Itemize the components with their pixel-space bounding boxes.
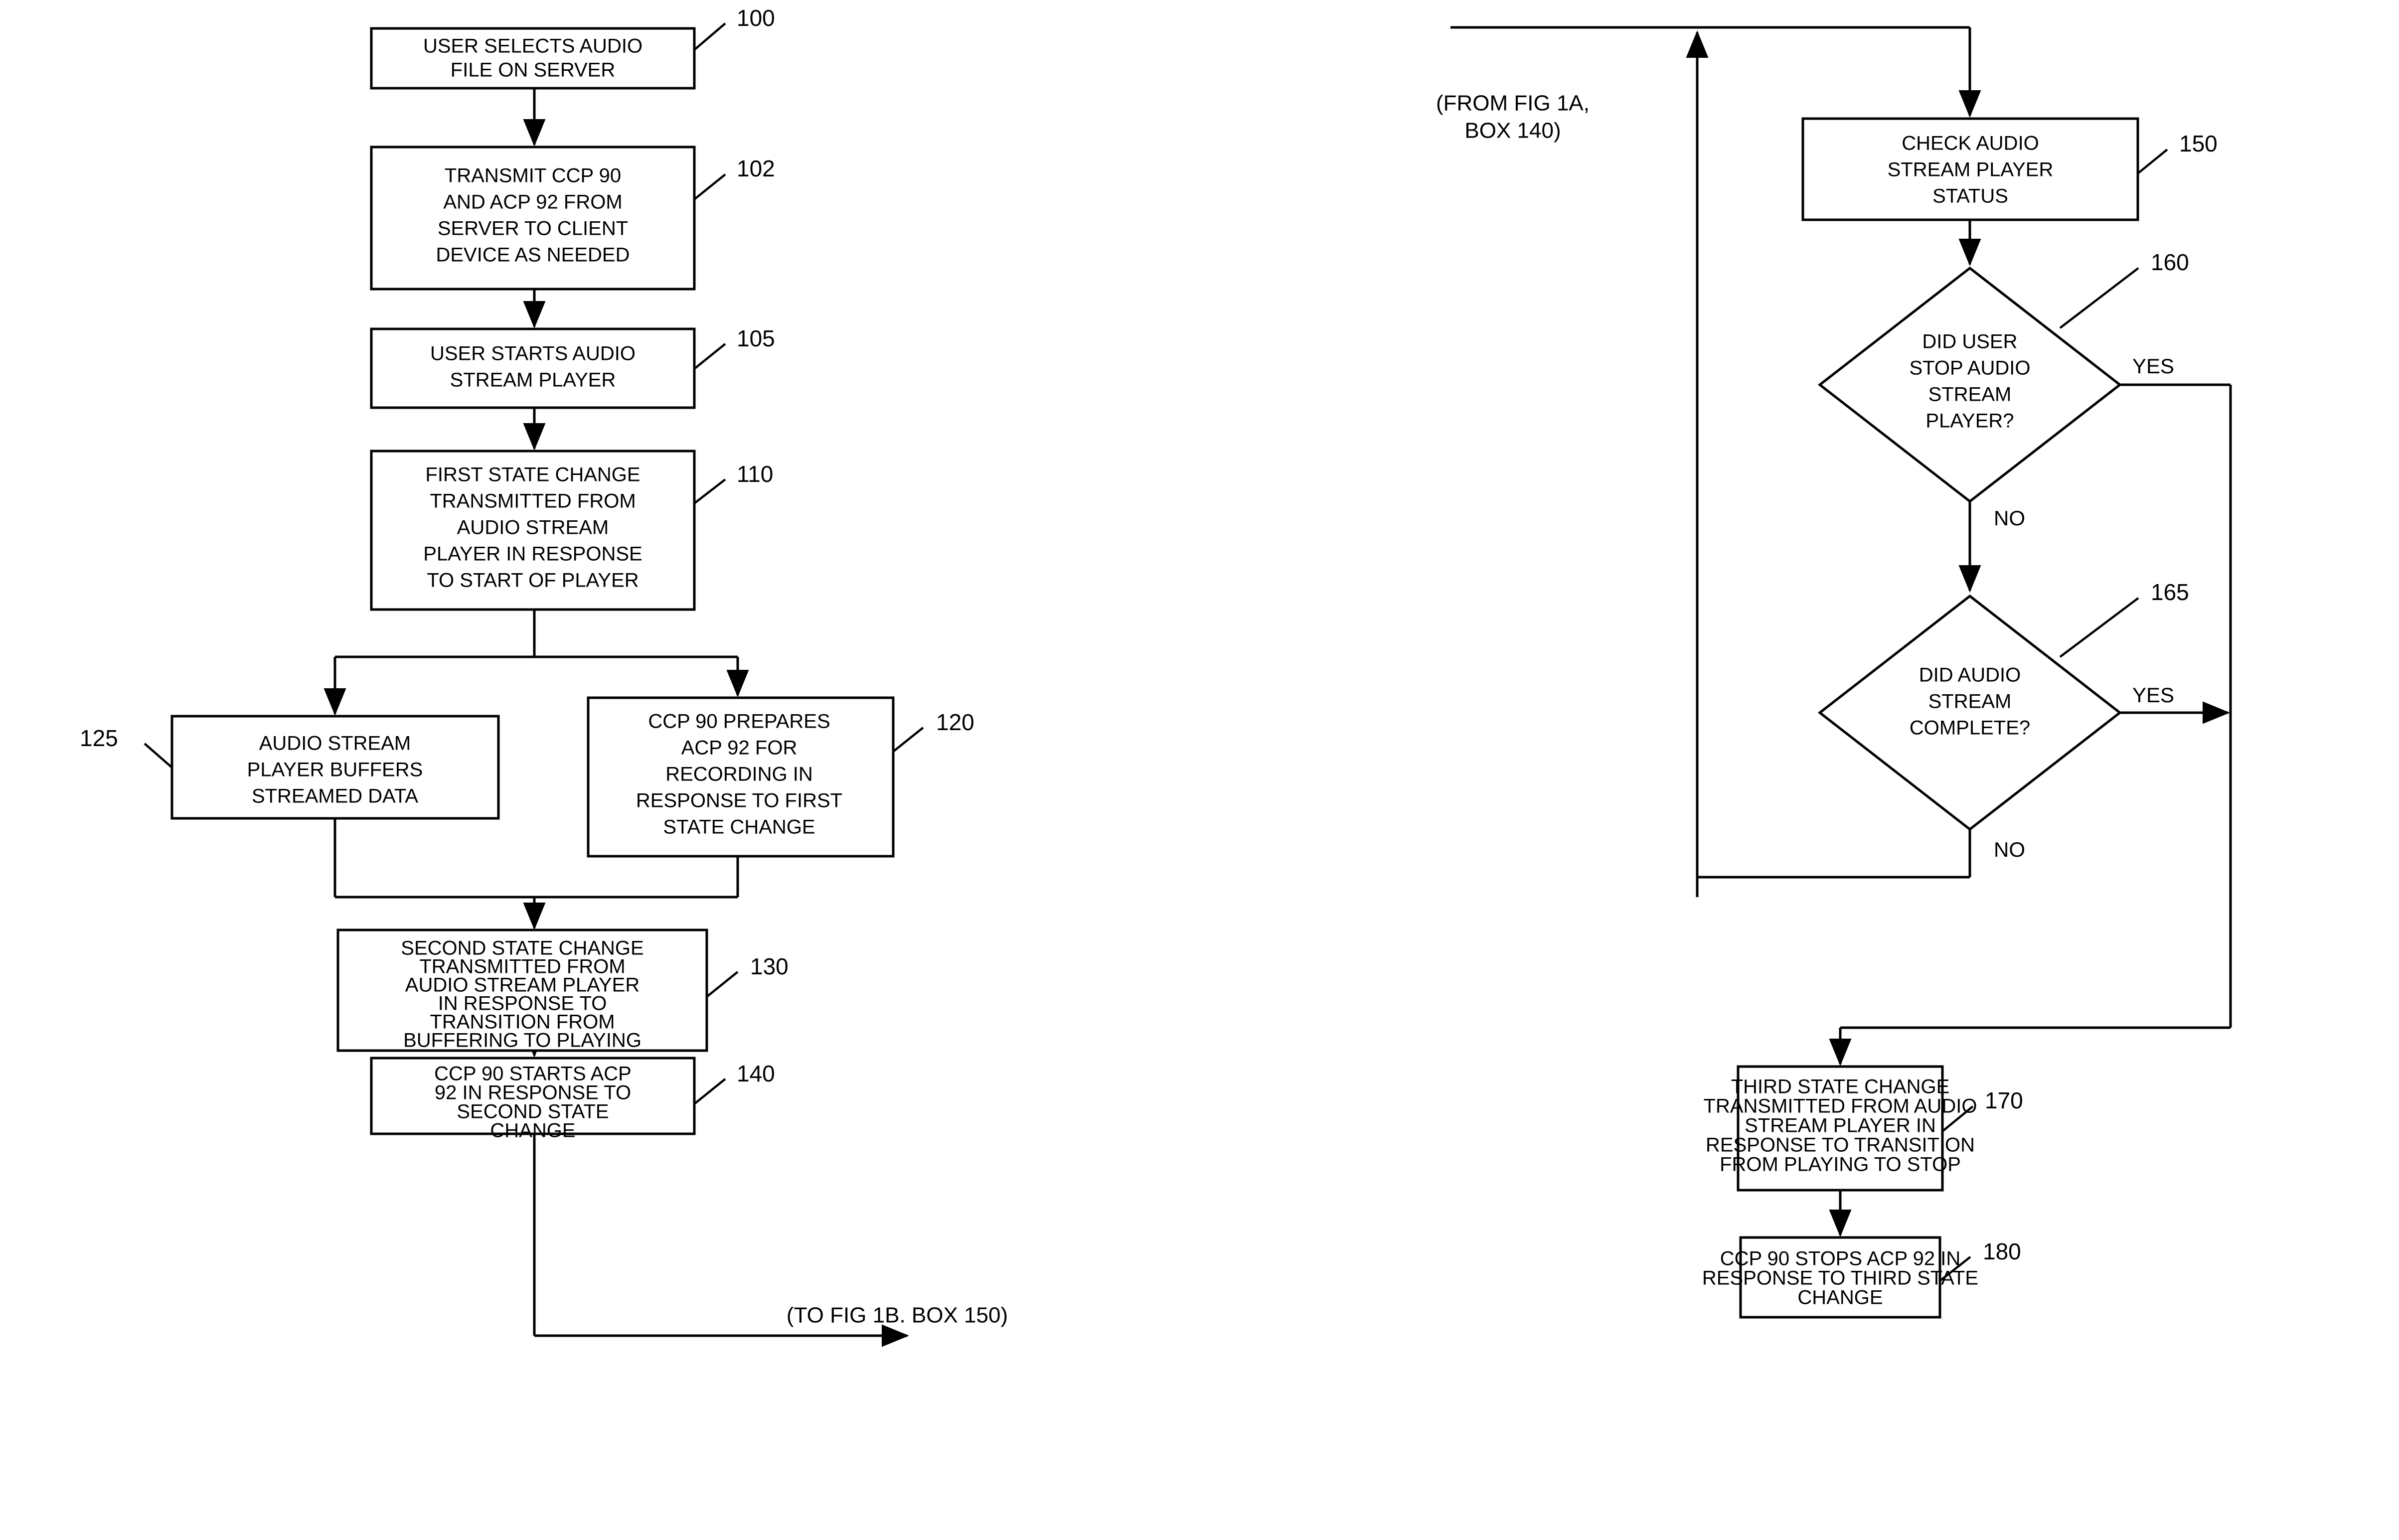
node-110-line-2: AUDIO STREAM: [457, 517, 609, 539]
node-120-ref: 120: [936, 709, 974, 735]
node-125-line-0: AUDIO STREAM: [259, 733, 411, 755]
node-120-line-3: RESPONSE TO FIRST: [636, 790, 842, 812]
node-150-line-2: STATUS: [1932, 185, 2008, 207]
node-160-no-label: NO: [1994, 506, 2025, 530]
node-102-line-0: TRANSMIT CCP 90: [445, 165, 621, 187]
node-180-line-1: RESPONSE TO THIRD STATE: [1702, 1267, 1978, 1289]
flowchart-canvas: USER SELECTS AUDIO FILE ON SERVER 100 TR…: [0, 0, 2399, 1540]
node-105-ref: 105: [737, 325, 775, 351]
node-130-line-5: BUFFERING TO PLAYING: [403, 1030, 641, 1052]
node-165-line-0: DID AUDIO: [1919, 664, 2021, 686]
node-165-yes-label: YES: [2132, 683, 2174, 707]
fig1b-entry-label-line-0: (FROM FIG 1A,: [1436, 91, 1590, 116]
node-165-line-1: STREAM: [1928, 691, 2012, 713]
node-102-line-3: DEVICE AS NEEDED: [436, 244, 630, 266]
node-160-line-1: STOP AUDIO: [1909, 357, 2030, 379]
node-165-no-label: NO: [1994, 838, 2025, 861]
node-105-line-0: USER STARTS AUDIO: [430, 343, 636, 365]
node-160-line-0: DID USER: [1922, 331, 2017, 353]
node-180-ref: 180: [1983, 1238, 2021, 1264]
node-140-line-3: CHANGE: [490, 1120, 575, 1142]
node-110-line-4: TO START OF PLAYER: [427, 570, 639, 592]
node-125-line-2: STREAMED DATA: [252, 785, 418, 807]
node-102-line-2: SERVER TO CLIENT: [438, 218, 628, 240]
node-105-line-1: STREAM PLAYER: [450, 369, 616, 391]
node-170-line-2: STREAM PLAYER IN: [1745, 1115, 1936, 1137]
node-180-line-2: CHANGE: [1797, 1287, 1883, 1309]
node-150-ref: 150: [2179, 131, 2218, 156]
node-160-ref: 160: [2151, 249, 2189, 275]
node-160-yes-label: YES: [2132, 354, 2174, 378]
node-100-line-1: FILE ON SERVER: [451, 59, 615, 81]
node-140-ref: 140: [737, 1061, 775, 1086]
node-165-ref: 165: [2151, 579, 2189, 605]
patent-figure-root: USER SELECTS AUDIO FILE ON SERVER 100 TR…: [0, 0, 2399, 1540]
node-102-ref: 102: [737, 155, 775, 181]
node-150-line-0: CHECK AUDIO: [1902, 133, 2039, 154]
node-102-line-1: AND ACP 92 FROM: [443, 191, 622, 213]
node-100-ref: 100: [737, 5, 775, 31]
node-110-line-3: PLAYER IN RESPONSE: [423, 543, 642, 565]
fig1a-exit-label: (TO FIG 1B. BOX 150): [787, 1303, 1008, 1328]
node-110-line-0: FIRST STATE CHANGE: [425, 464, 640, 486]
node-105-shape: [370, 327, 696, 409]
node-110-ref: 110: [737, 461, 773, 487]
node-170-line-3: RESPONSE TO TRANSITION: [1706, 1134, 1975, 1156]
node-120-line-0: CCP 90 PREPARES: [648, 711, 830, 733]
node-160-line-2: STREAM: [1928, 384, 2012, 406]
node-170-ref: 170: [1985, 1087, 2023, 1113]
node-150-line-1: STREAM PLAYER: [1888, 159, 2054, 181]
node-165-line-2: COMPLETE?: [1910, 717, 2030, 739]
node-110-line-1: TRANSMITTED FROM: [430, 490, 636, 512]
node-120-line-1: ACP 92 FOR: [681, 737, 798, 759]
node-170-line-0: THIRD STATE CHANGE: [1731, 1076, 1950, 1098]
node-170-line-1: TRANSMITTED FROM AUDIO: [1704, 1095, 1977, 1117]
node-130-ref: 130: [750, 953, 789, 979]
node-125-ref: 125: [80, 725, 118, 751]
fig1b-entry-label-line-1: BOX 140): [1464, 119, 1561, 143]
node-125-line-1: PLAYER BUFFERS: [247, 759, 423, 781]
node-120-line-2: RECORDING IN: [665, 764, 813, 785]
node-100-line-0: USER SELECTS AUDIO: [423, 35, 642, 57]
node-170-line-4: FROM PLAYING TO STOP: [1720, 1154, 1961, 1176]
node-120-line-4: STATE CHANGE: [663, 816, 815, 838]
node-160-line-3: PLAYER?: [1925, 410, 2014, 432]
node-180-line-0: CCP 90 STOPS ACP 92 IN: [1720, 1248, 1960, 1270]
